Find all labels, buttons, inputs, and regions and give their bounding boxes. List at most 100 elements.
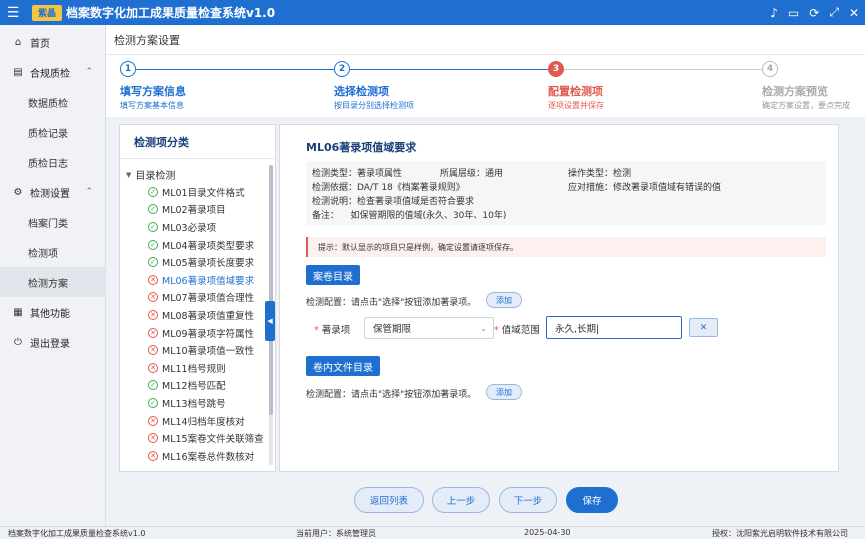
add-button[interactable]: 添加: [486, 384, 522, 400]
error-circle-icon: ✕: [148, 415, 158, 426]
sidebar-item-label: 首页: [30, 38, 50, 50]
tree-item[interactable]: ✓ ML13档号跳号: [120, 394, 275, 412]
document-check-icon: ▤: [13, 66, 23, 78]
sidebar-item-logout[interactable]: ⏻ 退出登录: [0, 327, 105, 357]
tip-banner: 提示：默认显示的项目只是样例，确定设置请逐项保存。: [306, 237, 826, 257]
tree-item-label: ML09著录项字符属性: [162, 328, 255, 340]
tree-item-label: ML04著录项类型要求: [162, 240, 255, 252]
check-circle-icon: ✓: [148, 380, 158, 391]
sidebar-item-check-log[interactable]: 质检日志: [0, 147, 105, 177]
tree-item[interactable]: ✕ ML15案卷文件关联筛查: [120, 429, 275, 447]
minimize-icon[interactable]: ▭: [788, 6, 799, 20]
error-circle-icon: ✕: [148, 327, 158, 338]
power-icon: ⏻: [14, 336, 22, 348]
close-icon[interactable]: ✕: [849, 6, 859, 20]
check-circle-icon: ✓: [148, 397, 158, 408]
section-case-catalog[interactable]: 案卷目录: [306, 265, 360, 285]
info-basis: 检测依据：DA/T 18《档案著录规则》: [312, 183, 465, 193]
step-title-4[interactable]: 检测方案预览: [762, 83, 828, 99]
refresh-icon[interactable]: ⟳: [809, 6, 819, 20]
tree-item[interactable]: ✕ ML09著录项字符属性: [120, 324, 275, 342]
add-button[interactable]: 添加: [486, 292, 522, 308]
sidebar-item-data-check[interactable]: 数据质检: [0, 87, 105, 117]
grid-icon: ▦: [13, 306, 23, 318]
step-title-2[interactable]: 选择检测项: [334, 83, 389, 99]
caret-down-icon: ▼: [126, 170, 132, 179]
field-label-text: 著录项: [321, 325, 351, 336]
detail-panel: ML06著录项值域要求 检测类型：著录项属性 所属层级：通用 操作类型：检测 检…: [279, 124, 839, 472]
collapse-panel-icon[interactable]: ◀: [265, 301, 275, 341]
maximize-icon[interactable]: ⤢: [829, 5, 839, 20]
chevron-up-icon: ⌃: [85, 67, 93, 77]
step-desc-4: 确定方案设置，要点完成: [762, 101, 850, 110]
chevron-down-icon: ⌄: [480, 323, 487, 333]
tree-root-label: 目录检测: [135, 171, 176, 182]
status-bar: 档案数字化加工成果质量检查系统v1.0 当前用户：系统管理员 2025-04-3…: [0, 526, 865, 539]
sidebar-group-settings[interactable]: ⚙ 检测设置 ⌃: [0, 177, 105, 207]
chevron-up-icon: ⌃: [85, 187, 93, 197]
tree-item[interactable]: ✕ ML08著录项值重复性: [120, 306, 275, 324]
back-to-list-button[interactable]: 返回列表: [354, 487, 424, 513]
home-icon: ⌂: [14, 36, 22, 48]
tree-item[interactable]: ✕ ML11档号规则: [120, 359, 275, 377]
error-circle-icon: ✕: [148, 345, 158, 356]
field-select[interactable]: 保管期限 ⌄: [364, 317, 494, 339]
step-number-3: 3: [548, 61, 564, 77]
status-date: 2025-04-30: [524, 528, 571, 537]
tree-item[interactable]: ✓ ML04著录项类型要求: [120, 236, 275, 254]
range-label: * 值域范围: [494, 325, 540, 336]
music-icon[interactable]: ♪: [770, 6, 778, 20]
title-bar: ☰ 紫晶 档案数字化加工成果质量检查系统v1.0 ♪ ▭ ⟳ ⤢ ✕: [0, 0, 865, 25]
sidebar-item-check-plan[interactable]: 检测方案: [0, 267, 105, 297]
step-title-1[interactable]: 填写方案信息: [120, 83, 186, 99]
sidebar-item-archive-category[interactable]: 档案门类: [0, 207, 105, 237]
tree-item-label: ML03必录项: [162, 222, 217, 234]
tree-item[interactable]: ✓ ML01目录文件格式: [120, 183, 275, 201]
range-input[interactable]: 永久,长期|: [546, 316, 682, 339]
tree-scrollbar-thumb[interactable]: [269, 165, 273, 415]
sidebar-group-compliance[interactable]: ▤ 合规质检 ⌃: [0, 57, 105, 87]
app-title: 档案数字化加工成果质量检查系统v1.0: [66, 6, 276, 20]
tree-item[interactable]: ✕ ML06著录项值域要求: [120, 271, 275, 289]
step-desc-2: 按目录分别选择检测项: [334, 101, 414, 110]
next-step-button[interactable]: 下一步: [499, 487, 557, 513]
tree-item[interactable]: ✓ ML05著录项长度要求: [120, 253, 275, 271]
sidebar-item-label: 其他功能: [30, 308, 70, 320]
error-circle-icon: ✕: [148, 292, 158, 303]
step-title-3[interactable]: 配置检测项: [548, 83, 603, 99]
error-circle-icon: ✕: [148, 433, 158, 444]
tree-item[interactable]: ✓ ML03必录项: [120, 218, 275, 236]
tree-item[interactable]: ✕ ML14归档年度核对: [120, 412, 275, 430]
tree-item[interactable]: ✓ ML02著录项目: [120, 201, 275, 219]
tree-root[interactable]: ▼ 目录检测: [120, 166, 275, 183]
prev-step-button[interactable]: 上一步: [432, 487, 490, 513]
range-label-text: 值域范围: [501, 325, 540, 336]
check-circle-icon: ✓: [148, 239, 158, 250]
config-hint: 检测配置：请点击"选择"按钮添加著录项。: [306, 298, 477, 308]
step-desc-1: 填写方案基本信息: [120, 101, 184, 110]
sidebar-item-check-records[interactable]: 质检记录: [0, 117, 105, 147]
tree-item-label: ML02著录项目: [162, 205, 226, 217]
tree-item-label: ML01目录文件格式: [162, 187, 245, 199]
section-file-catalog[interactable]: 卷内文件目录: [306, 356, 380, 376]
tree-item[interactable]: ✕ ML10著录项值一致性: [120, 341, 275, 359]
step-number-2: 2: [334, 61, 350, 77]
sidebar-item-check-items[interactable]: 检测项: [0, 237, 105, 267]
step-connector: [136, 69, 334, 70]
delete-button[interactable]: ✕: [689, 318, 718, 337]
save-button[interactable]: 保存: [566, 487, 618, 513]
status-user: 当前用户：系统管理员: [296, 529, 376, 538]
status-app: 档案数字化加工成果质量检查系统v1.0: [8, 529, 146, 538]
info-type: 检测类型：著录项属性: [312, 169, 403, 179]
error-circle-icon: ✕: [148, 274, 158, 285]
tree-item-label: ML07著录项值合理性: [162, 293, 255, 305]
tree-item[interactable]: ✕ ML07著录项值合理性: [120, 289, 275, 307]
tree-item[interactable]: ✓ ML12档号匹配: [120, 377, 275, 395]
tree-item-label: ML13档号跳号: [162, 398, 226, 410]
hamburger-menu-icon[interactable]: ☰: [0, 0, 26, 25]
sidebar-item-home[interactable]: ⌂ 首页: [0, 27, 105, 57]
sidebar-item-other[interactable]: ▦ 其他功能: [0, 297, 105, 327]
tree-item[interactable]: ✕ ML16案卷总件数核对: [120, 447, 275, 465]
step-progress: 1 填写方案信息 填写方案基本信息 2 选择检测项 按目录分别选择检测项 3 配…: [106, 55, 865, 117]
tree-item-label: ML14归档年度核对: [162, 416, 245, 428]
